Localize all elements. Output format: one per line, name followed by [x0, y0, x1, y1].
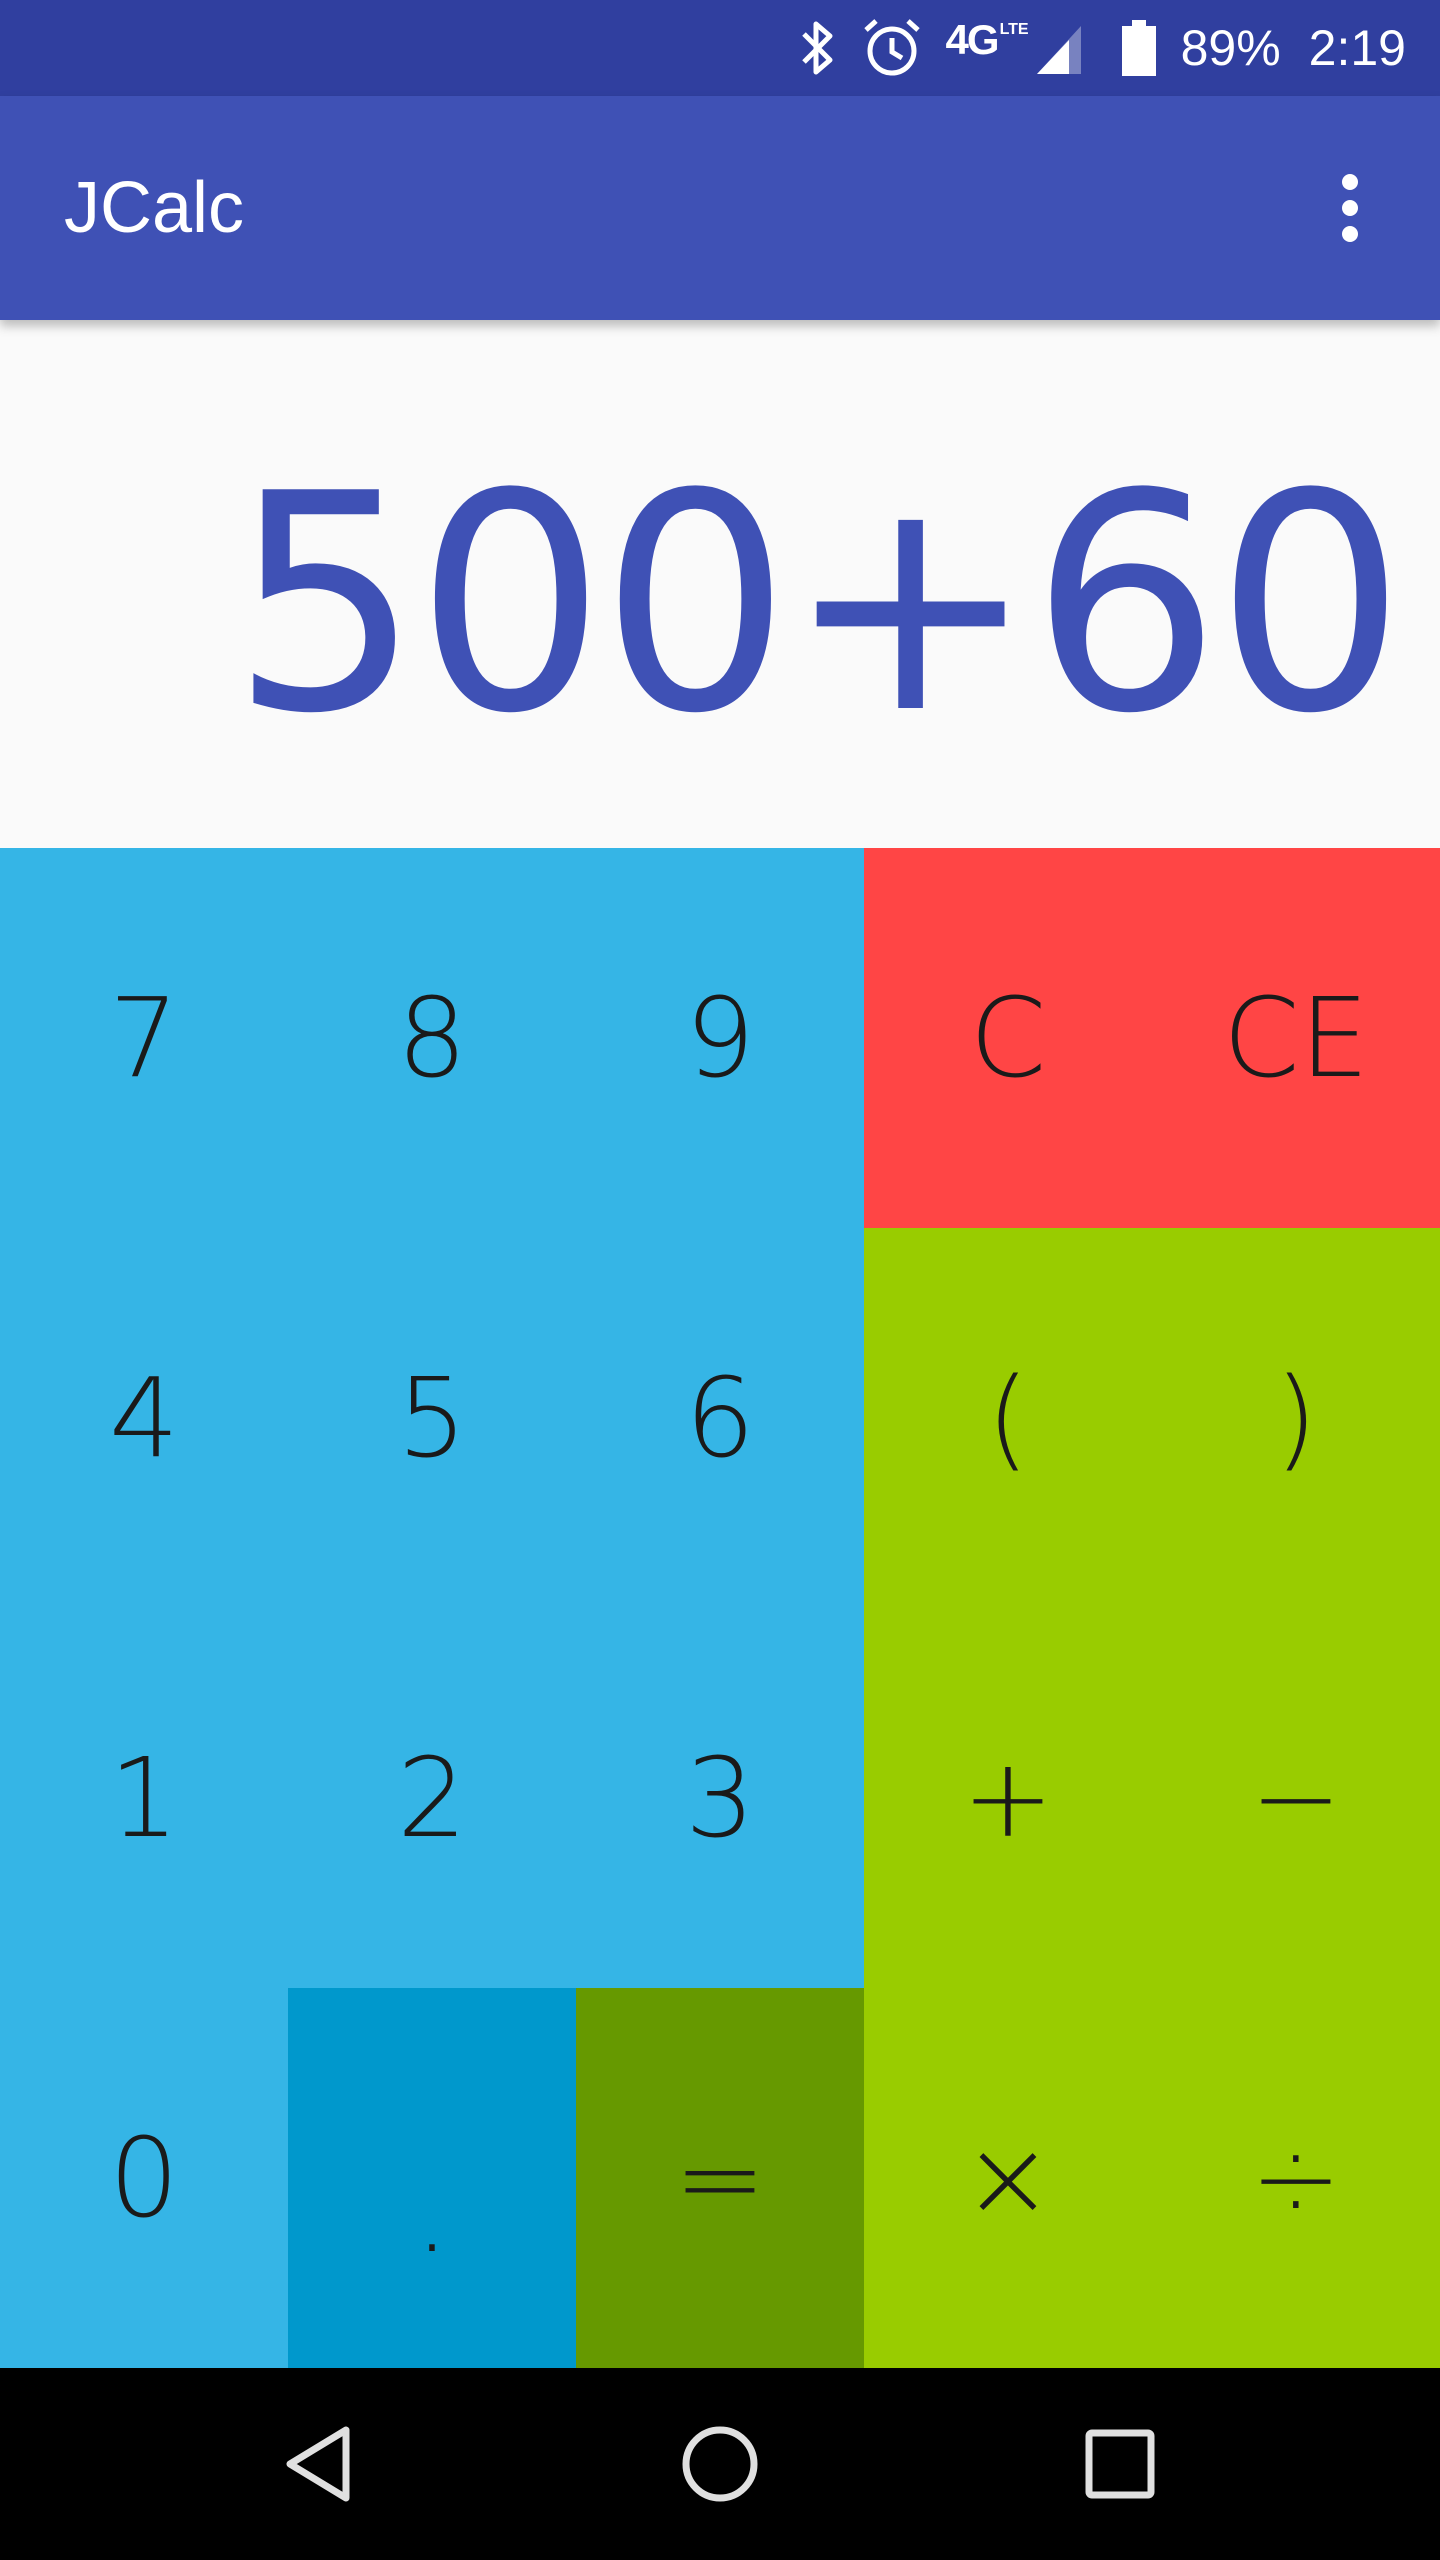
- app-bar: JCalc: [0, 96, 1440, 320]
- home-icon[interactable]: [620, 2368, 820, 2560]
- battery-icon: [1119, 18, 1159, 78]
- calculator-display: 500+60: [0, 320, 1440, 848]
- key-9[interactable]: 9: [576, 848, 864, 1228]
- key-0[interactable]: 0: [0, 1988, 288, 2368]
- network-4g-label: 4G: [945, 16, 1000, 63]
- network-lte-label: LTE: [999, 21, 1029, 38]
- close-paren-button[interactable]: ): [1152, 1228, 1440, 1608]
- minus-button[interactable]: −: [1152, 1608, 1440, 1988]
- key-3[interactable]: 3: [576, 1608, 864, 1988]
- network-type: 4G LTE: [946, 16, 1029, 72]
- key-7[interactable]: 7: [0, 848, 288, 1228]
- more-vert-icon[interactable]: [1318, 158, 1382, 258]
- key-8[interactable]: 8: [288, 848, 576, 1228]
- recents-icon[interactable]: [1020, 2368, 1220, 2560]
- status-bar: 4G LTE 89% 2:19: [0, 0, 1440, 96]
- keypad: 7 8 9 C CE 4 5 6 ( ) 1 2 3 + − 0 . = × ÷: [0, 848, 1440, 2368]
- alarm-icon: [860, 16, 924, 80]
- equals-button[interactable]: =: [576, 1988, 864, 2368]
- key-4[interactable]: 4: [0, 1228, 288, 1608]
- clock: 2:19: [1308, 20, 1406, 76]
- bluetooth-icon: [798, 18, 838, 78]
- signal-icon: [1033, 20, 1085, 76]
- back-icon[interactable]: [220, 2368, 420, 2560]
- divide-button[interactable]: ÷: [1152, 1988, 1440, 2368]
- expression-display: 500+60: [230, 430, 1406, 779]
- navigation-bar: [0, 2368, 1440, 2560]
- battery-percent: 89%: [1180, 20, 1281, 76]
- plus-button[interactable]: +: [864, 1608, 1152, 1988]
- key-2[interactable]: 2: [288, 1608, 576, 1988]
- app-title: JCalc: [64, 168, 245, 248]
- clear-button[interactable]: C: [864, 848, 1152, 1228]
- key-6[interactable]: 6: [576, 1228, 864, 1608]
- clear-entry-button[interactable]: CE: [1152, 848, 1440, 1228]
- multiply-button[interactable]: ×: [864, 1988, 1152, 2368]
- key-5[interactable]: 5: [288, 1228, 576, 1608]
- open-paren-button[interactable]: (: [864, 1228, 1152, 1608]
- key-1[interactable]: 1: [0, 1608, 288, 1988]
- decimal-button[interactable]: .: [288, 1988, 576, 2368]
